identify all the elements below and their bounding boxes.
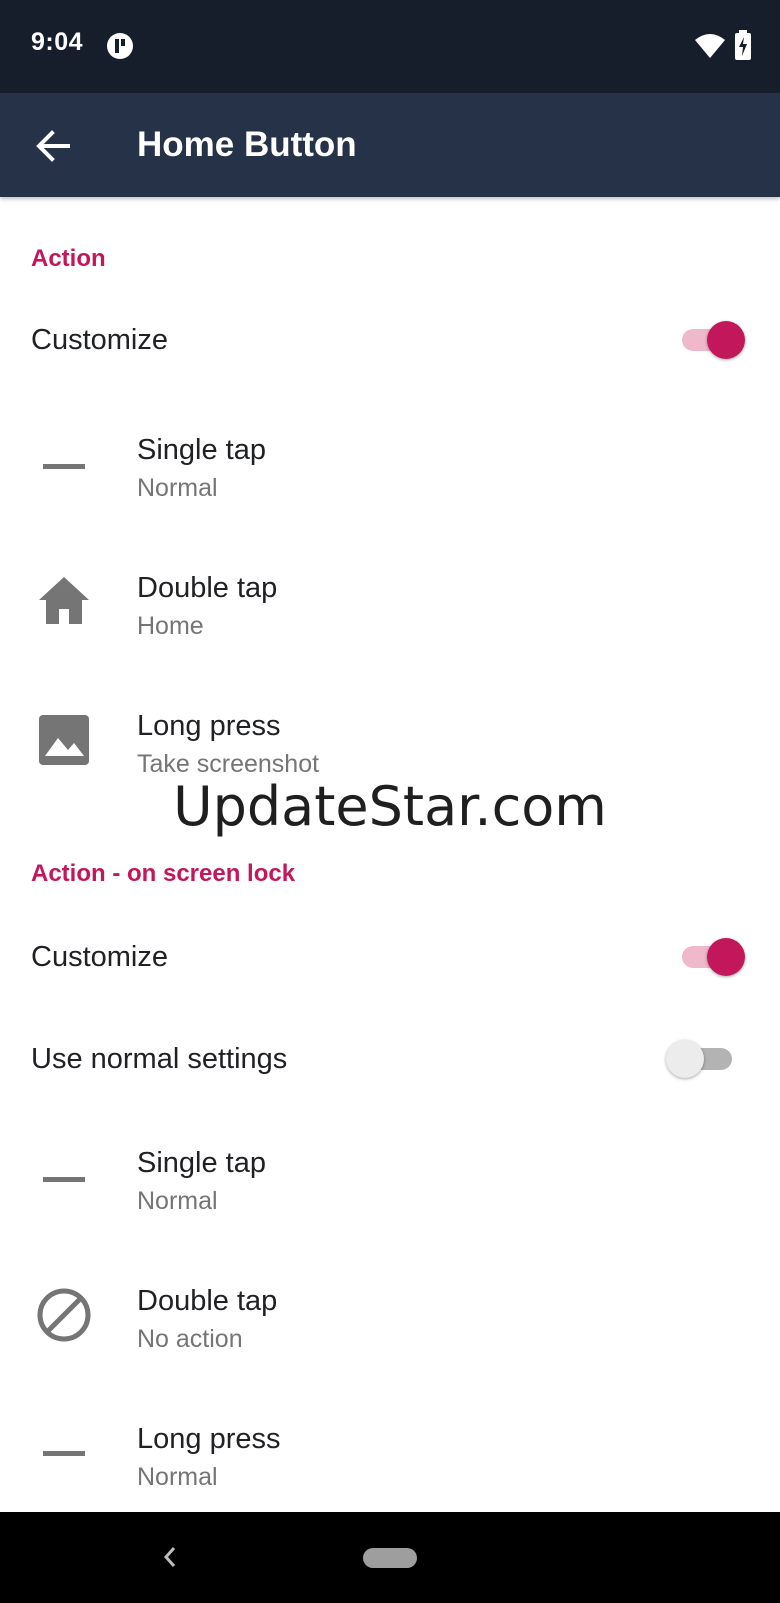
watermark-text: UpdateStar.com: [173, 775, 607, 838]
toggle-thumb: [666, 1040, 704, 1078]
use-normal-settings-label: Use normal settings: [31, 1043, 288, 1075]
customize-label: Customize: [31, 324, 168, 356]
wifi-icon: [695, 34, 725, 58]
status-time: 9:04: [31, 28, 84, 56]
back-arrow-icon[interactable]: [28, 121, 78, 171]
lock-long-press-summary: Normal: [137, 1463, 218, 1491]
long-press-title: Long press: [137, 710, 281, 742]
single-tap-row[interactable]: Single tap Normal: [0, 434, 780, 554]
double-tap-row[interactable]: Double tap Home: [0, 572, 780, 692]
app-notification-icon: [107, 33, 133, 59]
section-header-action: Action: [31, 245, 106, 272]
lock-single-tap-summary: Normal: [137, 1187, 218, 1215]
section-header-screen-lock: Action - on screen lock: [31, 860, 296, 887]
lock-long-press-title: Long press: [137, 1423, 281, 1455]
page-title: Home Button: [137, 125, 357, 164]
block-icon: [37, 1288, 91, 1342]
lock-single-tap-title: Single tap: [137, 1147, 266, 1179]
toggle-thumb: [707, 938, 745, 976]
customize-row[interactable]: Customize: [0, 318, 780, 362]
image-icon: [39, 715, 89, 765]
battery-charging-icon: [735, 30, 751, 60]
use-normal-settings-row[interactable]: Use normal settings: [0, 1037, 780, 1081]
dash-icon: [43, 1177, 85, 1182]
nav-back-icon[interactable]: [158, 1542, 182, 1572]
dash-icon: [43, 1451, 85, 1456]
single-tap-summary: Normal: [137, 474, 218, 502]
lock-customize-toggle[interactable]: [680, 936, 745, 976]
app-bar: Home Button: [0, 93, 780, 197]
use-normal-settings-toggle[interactable]: [666, 1038, 736, 1078]
customize-toggle[interactable]: [680, 319, 745, 359]
home-icon: [39, 577, 89, 624]
toggle-thumb: [707, 321, 745, 359]
double-tap-title: Double tap: [137, 572, 278, 604]
lock-single-tap-row[interactable]: Single tap Normal: [0, 1147, 780, 1267]
lock-customize-label: Customize: [31, 941, 168, 973]
lock-double-tap-row[interactable]: Double tap No action: [0, 1285, 780, 1405]
single-tap-title: Single tap: [137, 434, 266, 466]
lock-double-tap-summary: No action: [137, 1325, 243, 1353]
dash-icon: [43, 464, 85, 469]
lock-double-tap-title: Double tap: [137, 1285, 278, 1317]
status-bar: 9:04: [0, 0, 780, 93]
navigation-bar: [0, 1512, 780, 1603]
nav-home-pill[interactable]: [363, 1548, 417, 1568]
double-tap-summary: Home: [137, 612, 204, 640]
lock-customize-row[interactable]: Customize: [0, 935, 780, 979]
